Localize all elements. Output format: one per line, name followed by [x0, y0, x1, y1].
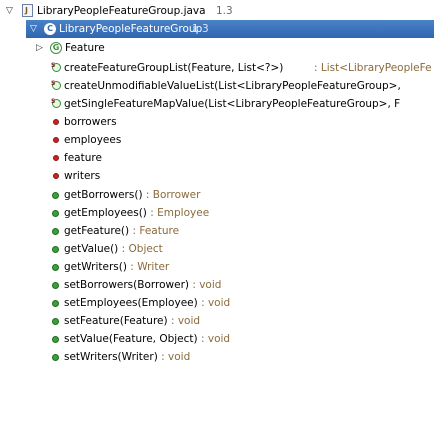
method-signature: setEmployees(Employee) : void [64, 297, 231, 309]
method-signature: setFeature(Feature) : void [64, 315, 201, 327]
field-name: feature [64, 152, 102, 164]
static-method-row[interactable]: getSingleFeatureMapValue(List<LibraryPeo… [0, 93, 438, 113]
method-return: : void [192, 279, 222, 291]
public-method-icon [52, 192, 59, 199]
public-method-icon [52, 264, 59, 271]
method-return: : Object [121, 243, 163, 255]
private-field-icon [53, 155, 59, 161]
method-return: : Writer [130, 261, 170, 273]
static-method-signature: createFeatureGroupList(Feature, List<?>) [64, 62, 284, 74]
method-signature: getFeature() : Feature [64, 225, 180, 237]
method-row[interactable]: setWriters(Writer) : void [0, 348, 438, 366]
field-row[interactable]: employees [0, 131, 438, 149]
static-method-icon [51, 75, 61, 93]
public-method-icon [52, 228, 59, 235]
method-return: : void [170, 315, 201, 327]
expand-arrow-icon[interactable]: ▷ [36, 39, 43, 57]
collapse-arrow-icon[interactable]: ▽ [6, 2, 13, 20]
public-method-icon [52, 210, 59, 217]
java-file-icon [22, 2, 33, 20]
method-row[interactable]: getEmployees() : Employee [0, 204, 438, 222]
method-row[interactable]: setValue(Feature, Object) : void [0, 330, 438, 348]
method-return: : Feature [132, 225, 180, 237]
method-row[interactable]: setBorrowers(Borrower) : void [0, 276, 438, 294]
file-name: LibraryPeopleFeatureGroup.java [37, 5, 206, 17]
file-version: 1.3 [216, 5, 233, 17]
nested-class-name: Feature [65, 42, 105, 54]
type-node-selected[interactable]: ▽ C LibraryPeopleFeatureGroup 1.3 [0, 20, 438, 38]
method-return: : Employee [150, 207, 210, 219]
method-row[interactable]: setFeature(Feature) : void [0, 312, 438, 330]
public-method-icon [52, 354, 59, 361]
static-method-icon [51, 57, 61, 75]
method-signature: getWriters() : Writer [64, 261, 170, 273]
public-method-icon [52, 246, 59, 253]
nested-class-icon: G [50, 42, 62, 54]
field-row[interactable]: writers [0, 167, 438, 185]
static-method-row[interactable]: createUnmodifiableValueList(List<Library… [0, 75, 438, 95]
field-row[interactable]: borrowers [0, 113, 438, 131]
field-name: writers [64, 170, 101, 182]
method-return: : Borrower [145, 189, 201, 201]
method-row[interactable]: getFeature() : Feature [0, 222, 438, 240]
public-method-icon [52, 282, 59, 289]
method-signature: setBorrowers(Borrower) : void [64, 279, 222, 291]
private-field-icon [53, 173, 59, 179]
method-row[interactable]: getWriters() : Writer [0, 258, 438, 276]
private-field-icon [53, 137, 59, 143]
nested-class-node[interactable]: ▷ G Feature [0, 39, 438, 57]
collapse-arrow-icon[interactable]: ▽ [30, 20, 37, 38]
file-node[interactable]: ▽ LibraryPeopleFeatureGroup.java 1.3 [0, 2, 438, 20]
method-signature: getEmployees() : Employee [64, 207, 210, 219]
method-signature: getBorrowers() : Borrower [64, 189, 201, 201]
field-name: borrowers [64, 116, 117, 128]
method-return: : void [200, 333, 231, 345]
method-signature: setValue(Feature, Object) : void [64, 333, 231, 345]
public-method-icon [52, 318, 59, 325]
type-name: LibraryPeopleFeatureGroup [59, 23, 203, 35]
static-method-return: : List<LibraryPeopleFe [314, 62, 432, 74]
method-return: : void [161, 351, 191, 363]
public-method-icon [52, 300, 59, 307]
method-row[interactable]: getValue() : Object [0, 240, 438, 258]
static-method-signature: getSingleFeatureMapValue(List<LibraryPeo… [64, 98, 401, 110]
method-row[interactable]: getBorrowers() : Borrower [0, 186, 438, 204]
class-icon: C [44, 23, 56, 35]
static-method-icon [51, 93, 61, 111]
method-row[interactable]: setEmployees(Employee) : void [0, 294, 438, 312]
public-method-icon [52, 336, 59, 343]
method-signature: getValue() : Object [64, 243, 163, 255]
field-name: employees [64, 134, 122, 146]
type-version: 1.3 [192, 23, 209, 35]
static-method-signature: createUnmodifiableValueList(List<Library… [64, 80, 401, 92]
static-method-row[interactable]: createFeatureGroupList(Feature, List<?>)… [0, 57, 438, 77]
private-field-icon [53, 119, 59, 125]
method-return: : void [201, 297, 231, 309]
method-signature: setWriters(Writer) : void [64, 351, 191, 363]
field-row[interactable]: feature [0, 149, 438, 167]
